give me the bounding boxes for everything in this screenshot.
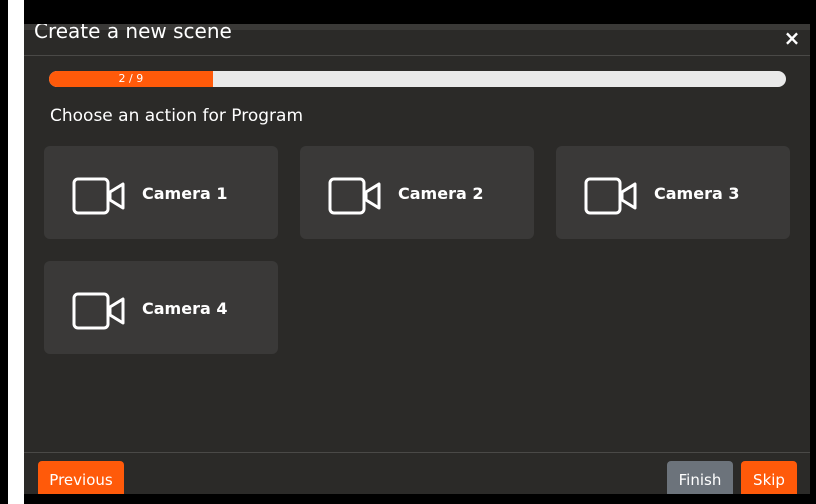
previous-button[interactable]: Previous [38, 461, 124, 494]
option-label: Camera 1 [142, 184, 228, 203]
skip-button[interactable]: Skip [741, 461, 797, 494]
option-camera-4[interactable]: Camera 4 [44, 261, 278, 354]
header-divider [24, 55, 810, 56]
step-heading: Choose an action for Program [50, 106, 303, 126]
progress-label: 2 / 9 [118, 72, 144, 85]
video-camera-icon [72, 292, 125, 330]
progress-bar: 2 / 9 [49, 71, 786, 87]
dialog-title: Create a new scene [34, 24, 232, 43]
finish-button[interactable]: Finish [667, 461, 733, 494]
option-camera-1[interactable]: Camera 1 [44, 146, 278, 239]
create-scene-dialog: Create a new scene × 2 / 9 Choose an act… [24, 24, 810, 494]
footer-divider [24, 452, 810, 453]
option-camera-3[interactable]: Camera 3 [556, 146, 790, 239]
window-edge-strip [0, 0, 24, 504]
option-label: Camera 3 [654, 184, 740, 203]
video-camera-icon [72, 177, 125, 215]
option-camera-2[interactable]: Camera 2 [300, 146, 534, 239]
option-label: Camera 2 [398, 184, 484, 203]
close-icon[interactable]: × [782, 28, 802, 48]
option-label: Camera 4 [142, 299, 228, 318]
window-edge-right [810, 0, 816, 504]
video-camera-icon [328, 177, 381, 215]
video-camera-icon [584, 177, 637, 215]
